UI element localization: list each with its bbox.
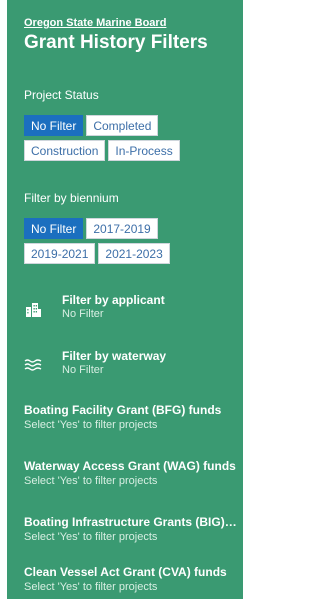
org-link[interactable]: Oregon State Marine Board [24,17,208,30]
bfg-funds-filter[interactable]: Boating Facility Grant (BFG) funds Selec… [24,403,238,431]
fund-hint: Select 'Yes' to filter projects [24,419,158,431]
waterway-filter-title: Filter by waterway [62,349,167,363]
biennium-no-filter-button[interactable]: No Filter [24,218,84,239]
biennium-buttons: No Filter 2017-2019 2019-2021 2021-2023 [24,218,170,268]
project-status-buttons: No Filter Completed Construction In-Proc… [24,115,180,165]
panel-header: Oregon State Marine Board Grant History … [24,17,208,55]
filters-panel: Oregon State Marine Board Grant History … [7,0,243,599]
wag-funds-filter[interactable]: Waterway Access Grant (WAG) funds Select… [24,459,238,487]
applicant-filter-title: Filter by applicant [62,293,165,307]
waterway-filter-value: No Filter [62,364,104,376]
fund-hint: Select 'Yes' to filter projects [24,531,158,543]
page-title: Grant History Filters [24,32,208,53]
fund-hint: Select 'Yes' to filter projects [24,475,158,487]
fund-title: Boating Infrastructure Grants (BIG) fu… [24,515,238,529]
biennium-2021-2023-button[interactable]: 2021-2023 [98,243,170,264]
biennium-label: Filter by biennium [24,191,119,205]
waves-icon [24,356,42,374]
fund-title: Waterway Access Grant (WAG) funds [24,459,236,473]
fund-hint: Select 'Yes' to filter projects [24,581,158,593]
left-margin [0,0,7,599]
fund-title: Clean Vessel Act Grant (CVA) funds [24,565,227,579]
project-status-label: Project Status [24,88,99,102]
applicant-filter-value: No Filter [62,308,104,320]
big-funds-filter[interactable]: Boating Infrastructure Grants (BIG) fu… … [24,515,238,543]
status-in-process-button[interactable]: In-Process [108,140,180,161]
buildings-icon [24,300,42,318]
applicant-filter[interactable]: Filter by applicant No Filter [24,293,236,327]
status-no-filter-button[interactable]: No Filter [24,115,84,136]
waterway-filter[interactable]: Filter by waterway No Filter [24,349,236,383]
cva-funds-filter[interactable]: Clean Vessel Act Grant (CVA) funds Selec… [24,565,238,593]
fund-title: Boating Facility Grant (BFG) funds [24,403,222,417]
status-construction-button[interactable]: Construction [24,140,106,161]
biennium-2019-2021-button[interactable]: 2019-2021 [24,243,96,264]
biennium-2017-2019-button[interactable]: 2017-2019 [86,218,158,239]
status-completed-button[interactable]: Completed [86,115,159,136]
